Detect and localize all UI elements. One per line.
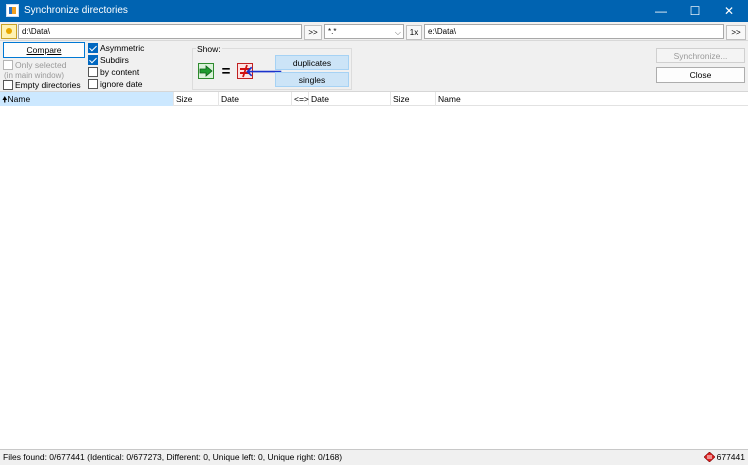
compare-button[interactable]: Compare — [3, 42, 85, 58]
by-content-box — [88, 67, 98, 77]
copy-left-toggle[interactable]: 🡐 — [245, 63, 283, 79]
right-browse-button[interactable]: >> — [726, 25, 746, 40]
right-path-input[interactable]: e:\Data\ — [424, 24, 724, 39]
status-count: 677441 — [703, 452, 745, 462]
close-window-button[interactable]: ✕ — [712, 0, 746, 22]
minimize-button[interactable]: — — [644, 0, 678, 22]
asymmetric-box — [88, 43, 98, 53]
chevron-down-icon: ⌵ — [394, 28, 401, 37]
title-bar: Synchronize directories — ☐ ✕ — [0, 0, 748, 22]
column-compare[interactable]: <=> — [292, 92, 309, 106]
column-header: 🠝Name Size Date <=> Date Size Name — [0, 91, 748, 106]
one-x-button[interactable]: 1x — [406, 25, 422, 40]
left-browse-button[interactable]: >> — [304, 25, 322, 40]
close-button[interactable]: Close — [656, 67, 745, 83]
file-mask-combo[interactable]: *.* ⌵ — [324, 24, 404, 39]
path-row: d:\Data\ >> *.* ⌵ 1x e:\Data\ >> — [0, 22, 748, 41]
left-path-input[interactable]: d:\Data\ — [18, 24, 302, 39]
subdirs-checkbox[interactable]: Subdirs — [88, 54, 129, 66]
copy-right-toggle[interactable] — [198, 63, 214, 79]
show-label: Show: — [196, 44, 222, 54]
status-bar: Files found: 0/677441 (Identical: 0/6772… — [0, 449, 748, 465]
synchronize-button[interactable]: Synchronize... — [656, 48, 745, 63]
window-title: Synchronize directories — [24, 5, 128, 16]
maximize-button[interactable]: ☐ — [678, 0, 712, 22]
subdirs-box — [88, 55, 98, 65]
file-mask-value: *.* — [328, 27, 337, 36]
empty-directories-checkbox[interactable]: Empty directories — [3, 79, 81, 91]
equal-icon: = — [221, 62, 231, 80]
close-icon: ✕ — [723, 4, 735, 18]
column-name-left[interactable]: 🠝Name — [0, 92, 174, 106]
file-list[interactable] — [0, 106, 748, 449]
minimize-icon: — — [655, 4, 667, 18]
options-panel: Compare Only selected (in main window) E… — [0, 41, 748, 91]
ignore-date-box — [88, 79, 98, 89]
column-size-left[interactable]: Size — [174, 92, 219, 106]
empty-directories-box — [3, 80, 13, 90]
by-content-checkbox[interactable]: by content — [88, 66, 139, 78]
ignore-date-checkbox[interactable]: ignore date — [88, 78, 143, 90]
column-date-left[interactable]: Date — [219, 92, 292, 106]
folder-tree-icon[interactable] — [1, 24, 17, 39]
singles-toggle[interactable]: singles — [275, 72, 349, 87]
asymmetric-checkbox[interactable]: Asymmetric — [88, 42, 144, 54]
unequal-diamond-icon — [703, 452, 715, 462]
app-icon — [6, 4, 19, 17]
equal-toggle[interactable]: = — [218, 62, 234, 80]
duplicates-toggle[interactable]: duplicates — [275, 55, 349, 70]
column-name-right[interactable]: Name — [436, 92, 748, 106]
column-size-right[interactable]: Size — [391, 92, 436, 106]
green-arrow-right-icon — [199, 65, 213, 77]
column-date-right[interactable]: Date — [309, 92, 391, 106]
status-text: Files found: 0/677441 (Identical: 0/6772… — [3, 452, 343, 462]
maximize-icon: ☐ — [689, 4, 701, 18]
